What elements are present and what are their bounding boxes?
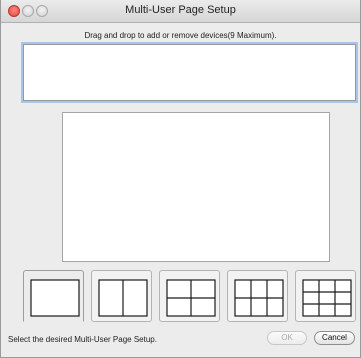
layout-option-2x2[interactable] (159, 270, 220, 322)
layout-grid-3x3-icon (302, 279, 352, 317)
title-bar[interactable]: Multi-User Page Setup (1, 0, 360, 23)
cancel-button[interactable]: Cancel (314, 331, 355, 345)
status-text: Select the desired Multi-User Page Setup… (8, 335, 157, 344)
layout-option-1x1[interactable] (23, 270, 84, 322)
layout-grid-1x1-icon (30, 279, 80, 317)
window-title: Multi-User Page Setup (125, 4, 236, 16)
layout-grid-2x3-icon (234, 279, 284, 317)
layout-option-1x2[interactable] (91, 270, 152, 322)
layout-grid-1x2-icon (98, 279, 148, 317)
multi-user-page-setup-window: Multi-User Page Setup Drag and drop to a… (0, 0, 361, 358)
device-drop-area[interactable] (23, 44, 356, 101)
ok-button[interactable]: OK (267, 331, 307, 345)
layout-option-2x3[interactable] (227, 270, 288, 322)
layout-option-3x3[interactable] (295, 270, 356, 322)
layout-selector (23, 270, 357, 323)
layout-preview-area (62, 112, 330, 262)
instruction-text: Drag and drop to add or remove devices(9… (84, 31, 277, 40)
layout-grid-2x2-icon (166, 279, 216, 317)
